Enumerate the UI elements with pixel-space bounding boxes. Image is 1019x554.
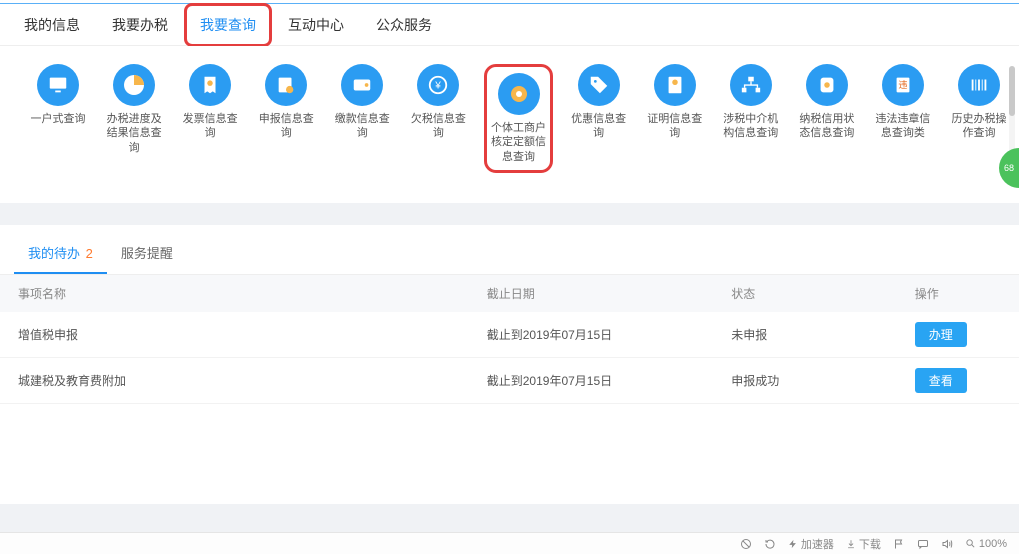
cell-name: 城建税及教育费附加 — [0, 357, 469, 403]
cell-action: 查看 — [897, 357, 1019, 403]
nav-my-process[interactable]: 我要办税 — [96, 3, 184, 47]
icon-label: 一户式查询 — [31, 112, 86, 126]
status-chat-icon[interactable] — [917, 538, 929, 550]
cell-deadline: 截止到2019年07月15日 — [469, 357, 714, 403]
tasks-table: 事项名称 截止日期 状态 操作 增值税申报 截止到2019年07月15日 未申报… — [0, 275, 1019, 404]
status-zoom[interactable]: 100% — [965, 538, 1007, 550]
task-tabs: 我的待办 2 服务提醒 — [0, 225, 1019, 275]
coin-icon — [498, 73, 540, 115]
query-individual-biz[interactable]: 个体工商户核定定额信息查询 — [484, 64, 552, 173]
col-name: 事项名称 — [0, 275, 469, 312]
query-icon-grid: 一户式查询 办税进度及结果信息查询 发票信息查询 申报信息查询 缴款信息查询 — [10, 64, 1009, 173]
nav-my-info[interactable]: 我的信息 — [8, 3, 96, 47]
icon-label: 纳税信用状态信息查询 — [797, 112, 857, 141]
book-person-icon — [265, 64, 307, 106]
status-sound-icon[interactable] — [941, 538, 953, 550]
badge-icon — [806, 64, 848, 106]
wallet-icon — [341, 64, 383, 106]
icon-label: 历史办税操作查询 — [949, 112, 1009, 141]
cell-action: 办理 — [897, 312, 1019, 358]
svg-text:¥: ¥ — [435, 81, 442, 92]
icon-label: 欠税信息查询 — [408, 112, 468, 141]
nav-my-query[interactable]: 我要查询 — [184, 3, 272, 47]
svg-text:违: 违 — [898, 80, 907, 90]
query-owed-tax[interactable]: ¥ 欠税信息查询 — [408, 64, 468, 173]
query-preferential[interactable]: 优惠信息查询 — [569, 64, 629, 173]
col-status: 状态 — [713, 275, 896, 312]
main-nav: 我的信息 我要办税 我要查询 互动中心 公众服务 — [0, 4, 1019, 46]
cell-status: 申报成功 — [713, 357, 896, 403]
status-accelerator-label: 加速器 — [801, 536, 834, 552]
icon-label: 证明信息查询 — [645, 112, 705, 141]
handle-button[interactable]: 办理 — [915, 322, 967, 347]
receipt-icon — [189, 64, 231, 106]
icon-label: 优惠信息查询 — [569, 112, 629, 141]
monitor-icon — [37, 64, 79, 106]
tag-icon — [578, 64, 620, 106]
query-invoice[interactable]: 发票信息查询 — [180, 64, 240, 173]
query-certificate[interactable]: 证明信息查询 — [645, 64, 705, 173]
query-violation[interactable]: 违 违法违章信息查询类 — [873, 64, 933, 173]
tab-todo[interactable]: 我的待办 2 — [14, 233, 107, 274]
col-deadline: 截止日期 — [469, 275, 714, 312]
scrollbar-thumb[interactable] — [1009, 66, 1015, 116]
view-button[interactable]: 查看 — [915, 368, 967, 393]
tab-notice[interactable]: 服务提醒 — [107, 233, 187, 274]
icon-label: 涉税中介机构信息查询 — [721, 112, 781, 141]
table-header-row: 事项名称 截止日期 状态 操作 — [0, 275, 1019, 312]
tab-label: 我的待办 — [28, 246, 80, 261]
icon-label: 发票信息查询 — [180, 112, 240, 141]
icon-label: 办税进度及结果信息查询 — [104, 112, 164, 155]
nav-interact[interactable]: 互动中心 — [272, 3, 360, 47]
table-row: 增值税申报 截止到2019年07月15日 未申报 办理 — [0, 312, 1019, 358]
status-download-label: 下载 — [859, 536, 881, 552]
doc-check-icon — [654, 64, 696, 106]
nav-public[interactable]: 公众服务 — [360, 3, 448, 47]
panel-gap — [0, 203, 1019, 225]
tasks-panel: 我的待办 2 服务提醒 事项名称 截止日期 状态 操作 增值税申报 截止到201… — [0, 225, 1019, 504]
status-zoom-label: 100% — [979, 538, 1007, 550]
pie-icon — [113, 64, 155, 106]
cell-status: 未申报 — [713, 312, 896, 358]
icon-label: 违法违章信息查询类 — [873, 112, 933, 141]
query-payment[interactable]: 缴款信息查询 — [332, 64, 392, 173]
status-blocker-icon[interactable] — [740, 538, 752, 550]
status-accelerator[interactable]: 加速器 — [788, 536, 834, 552]
query-credit-status[interactable]: 纳税信用状态信息查询 — [797, 64, 857, 173]
query-intermediary[interactable]: 涉税中介机构信息查询 — [721, 64, 781, 173]
cell-name: 增值税申报 — [0, 312, 469, 358]
status-download[interactable]: 下载 — [846, 536, 881, 552]
browser-statusbar: 加速器 下载 100% — [0, 532, 1019, 554]
query-icon-panel: 一户式查询 办税进度及结果信息查询 发票信息查询 申报信息查询 缴款信息查询 — [0, 46, 1019, 203]
yen-icon: ¥ — [417, 64, 459, 106]
icon-label: 缴款信息查询 — [332, 112, 392, 141]
icon-label: 申报信息查询 — [256, 112, 316, 141]
query-history[interactable]: 历史办税操作查询 — [949, 64, 1009, 173]
query-progress-result[interactable]: 办税进度及结果信息查询 — [104, 64, 164, 173]
icon-label: 个体工商户核定定额信息查询 — [489, 121, 547, 164]
status-flag-icon[interactable] — [893, 538, 905, 550]
barcode-icon — [958, 64, 1000, 106]
table-row: 城建税及教育费附加 截止到2019年07月15日 申报成功 查看 — [0, 357, 1019, 403]
col-action: 操作 — [897, 275, 1019, 312]
query-one-stop[interactable]: 一户式查询 — [28, 64, 88, 173]
status-refresh-icon[interactable] — [764, 538, 776, 550]
org-chart-icon — [730, 64, 772, 106]
cell-deadline: 截止到2019年07月15日 — [469, 312, 714, 358]
warning-icon: 违 — [882, 64, 924, 106]
tab-count: 2 — [86, 246, 93, 261]
query-declare-info[interactable]: 申报信息查询 — [256, 64, 316, 173]
